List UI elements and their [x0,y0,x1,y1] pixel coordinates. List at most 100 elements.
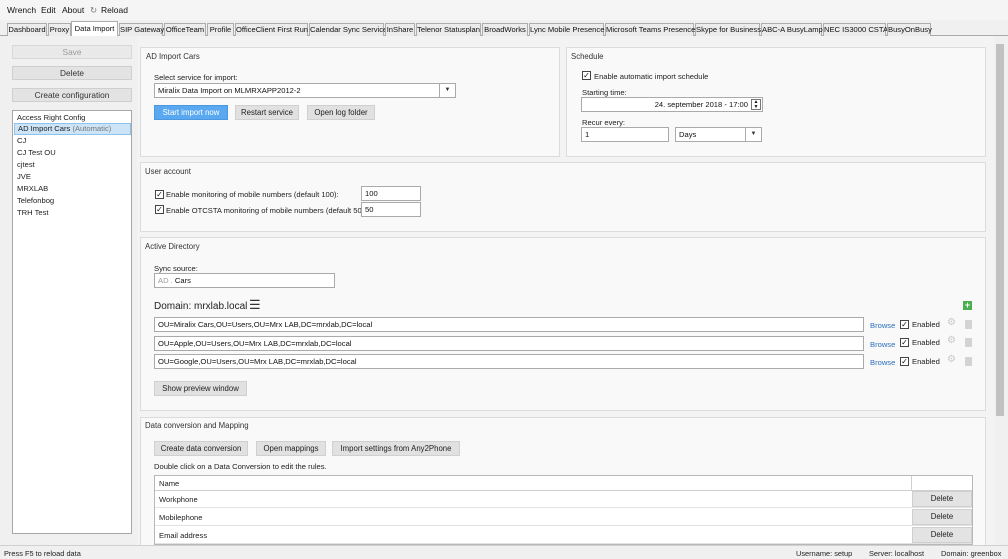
recur-unit-select[interactable]: Days ▼ [675,127,762,142]
ou-field[interactable]: OU=Miralix Cars,OU=Users,OU=Mrx LAB,DC=m… [154,317,864,332]
delete-row-button[interactable]: Delete [912,509,972,525]
mobile-monitoring-field[interactable]: 100 [361,186,421,201]
status-left: Press F5 to reload data [4,549,81,558]
enable-schedule-label: Enable automatic import schedule [594,72,709,81]
tab-profile[interactable]: Profile [207,23,234,36]
table-header: Name [155,476,972,491]
tab-broadworks[interactable]: BroadWorks [482,23,528,36]
ou-field[interactable]: OU=Apple,OU=Users,OU=Mrx LAB,DC=mrxlab,D… [154,336,864,351]
status-domain: Domain: greenbox [941,549,1002,558]
enable-schedule-checkbox[interactable]: ✓ [582,71,591,80]
main-area: Save Delete Create configuration Access … [0,36,1008,545]
status-server: Server: localhost [869,549,925,558]
vertical-scrollbar[interactable] [994,36,1006,545]
menu-bar: Wrench Edit About ↻ Reload [0,0,1008,20]
list-item[interactable]: TRH Test [14,207,131,219]
delete-row-button[interactable]: Delete [912,527,972,543]
ou-enabled-checkbox[interactable]: ✓ [900,320,909,329]
user-account-title: User account [145,167,191,176]
list-item[interactable]: CJ Test OU [14,147,131,159]
conversion-table: Name Workphone Delete Mobilephone Delete… [154,475,973,545]
tab-microsoft-teams-presence[interactable]: Microsoft Teams Presence [605,23,695,36]
tab-officeteam[interactable]: OfficeTeam [164,23,206,36]
starting-time-field[interactable]: 24. september 2018 - 17:00 ▲ ▼ [581,97,763,112]
table-row[interactable]: Email address Delete [155,527,972,544]
tab-sip-gateway[interactable]: SIP Gateway [119,23,164,36]
trash-icon[interactable] [965,357,972,366]
delete-button[interactable]: Delete [12,66,132,80]
tab-busyonbusy[interactable]: BusyOnBusy [887,23,932,36]
gear-icon[interactable]: ⚙ [947,317,956,328]
tab-inshare[interactable]: InShare [385,23,415,36]
menu-wrench[interactable]: Wrench [7,5,36,15]
menu-about[interactable]: About [62,5,84,15]
create-data-conversion-button[interactable]: Create data conversion [154,441,248,456]
import-any2phone-button[interactable]: Import settings from Any2Phone [332,441,460,456]
active-directory-group: Active Directory Sync source: AD . Cars … [140,237,986,411]
trash-icon[interactable] [965,338,972,347]
create-configuration-button[interactable]: Create configuration [12,88,132,102]
show-preview-button[interactable]: Show preview window [154,381,247,396]
ou-enabled-checkbox[interactable]: ✓ [900,338,909,347]
browse-link[interactable]: Browse [870,358,895,367]
conversion-hint: Double click on a Data Conversion to edi… [154,462,327,471]
menu-edit[interactable]: Edit [41,5,56,15]
scrollbar-thumb[interactable] [996,44,1004,416]
menu-reload[interactable]: Reload [101,5,128,15]
otcsta-monitoring-field[interactable]: 50 [361,202,421,217]
tab-skype-for-business[interactable]: Skype for Business [695,23,761,36]
tab-data-import[interactable]: Data Import [71,21,118,37]
list-item[interactable]: JVE [14,171,131,183]
starting-time-label: Starting time: [582,88,627,97]
open-log-folder-button[interactable]: Open log folder [307,105,375,120]
sync-source-field[interactable]: AD . Cars [154,273,335,288]
recur-every-label: Recur every: [582,118,626,127]
browse-link[interactable]: Browse [870,340,895,349]
tab-nec-is3000-csta[interactable]: NEC IS3000 CSTA [823,23,888,36]
list-item[interactable]: MRXLAB [14,183,131,195]
gear-icon[interactable]: ⚙ [947,354,956,365]
user-account-group: User account ✓ Enable monitoring of mobi… [140,162,986,232]
chevron-down-icon: ▼ [439,84,455,97]
start-import-button[interactable]: Start import now [154,105,228,120]
add-icon[interactable]: + [963,301,972,310]
domain-title: Domain: mrxlab.local [154,301,248,312]
restart-service-button[interactable]: Restart service [235,105,299,120]
table-row[interactable]: Workphone Delete [155,491,972,508]
configuration-list[interactable]: Access Right Config AD Import Cars (Auto… [12,110,132,534]
save-button[interactable]: Save [12,45,132,59]
active-directory-title: Active Directory [145,242,200,251]
import-title: AD Import Cars [146,52,200,61]
ou-enabled-label: Enabled [912,338,940,347]
otcsta-monitoring-checkbox[interactable]: ✓ [155,205,164,214]
ou-field[interactable]: OU=Google,OU=Users,OU=Mrx LAB,DC=mrxlab,… [154,354,864,369]
list-item[interactable]: cjtest [14,159,131,171]
table-row[interactable]: Mobilephone Delete [155,509,972,526]
tab-lync-mobile-presence[interactable]: Lync Mobile Presence [529,23,604,36]
spinner-icon[interactable]: ▲ ▼ [751,99,761,110]
ou-enabled-label: Enabled [912,320,940,329]
service-select[interactable]: Miralix Data Import on MLMRXAPP2012-2 ▼ [154,83,456,98]
list-item[interactable]: Telefonbog [14,195,131,207]
tab-telenor-statusplan[interactable]: Telenor Statusplan [416,23,481,36]
browse-link[interactable]: Browse [870,321,895,330]
list-item-selected[interactable]: AD Import Cars (Automatic) [14,123,131,135]
tab-calendar-sync-service[interactable]: Calendar Sync Service [309,23,387,36]
menu-icon[interactable]: ☰ [249,298,261,311]
tab-proxy[interactable]: Proxy [48,23,71,36]
ou-enabled-checkbox[interactable]: ✓ [900,357,909,366]
open-mappings-button[interactable]: Open mappings [256,441,326,456]
delete-row-button[interactable]: Delete [912,491,972,507]
tab-abc-a-busylamp[interactable]: ABC-A BusyLamp [761,23,823,36]
content-panel: AD Import Cars Select service for import… [137,36,994,545]
chevron-down-icon: ▼ [745,128,761,141]
status-username: Username: setup [796,549,853,558]
trash-icon[interactable] [965,320,972,329]
mobile-monitoring-checkbox[interactable]: ✓ [155,190,164,199]
gear-icon[interactable]: ⚙ [947,335,956,346]
tab-dashboard[interactable]: Dashboard [7,23,47,36]
list-item[interactable]: CJ [14,135,131,147]
recur-value-field[interactable]: 1 [581,127,669,142]
tab-officeclient-first-run[interactable]: OfficeClient First Run [235,23,308,36]
service-label: Select service for import: [154,73,238,82]
